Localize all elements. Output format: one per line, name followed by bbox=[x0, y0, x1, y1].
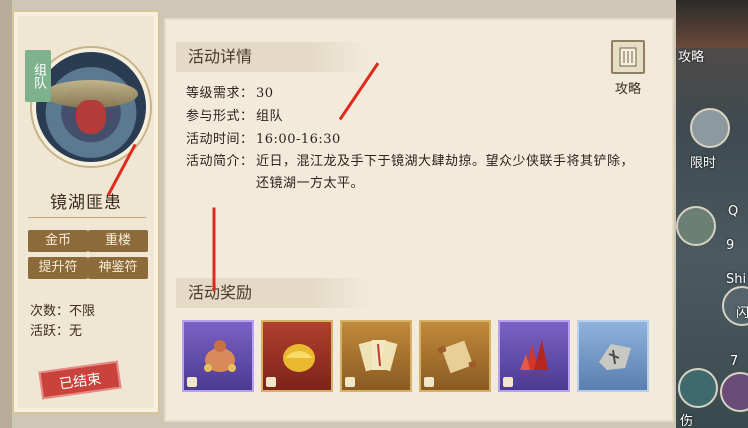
skill-icon-2[interactable] bbox=[678, 368, 718, 408]
talisman-icon bbox=[358, 340, 398, 372]
side-label-wound: 伤 bbox=[680, 414, 694, 428]
count-stat: 次数：不限 bbox=[30, 300, 95, 319]
book-icon bbox=[611, 40, 645, 74]
tag-upgrade-charm: 提升符 bbox=[28, 257, 88, 279]
detail-panel: 活动详情 攻略 等级需求： 30 参与形式： 组队 活动时间： 16:00-16:30… bbox=[164, 18, 674, 422]
level-row: 等级需求： 30 bbox=[186, 82, 274, 101]
skill-icon-1[interactable] bbox=[676, 206, 716, 246]
lock-icon bbox=[503, 377, 513, 387]
side-label-7: 7 bbox=[730, 354, 739, 369]
monkey-icon[interactable] bbox=[690, 108, 730, 148]
mode-value: 组队 bbox=[256, 109, 284, 124]
count-value: 不限 bbox=[69, 304, 96, 319]
lock-icon bbox=[266, 377, 276, 387]
webcam-overlay bbox=[676, 0, 748, 48]
lock-icon bbox=[424, 377, 434, 387]
activity-card: 组队 镜湖匪患 金币 重楼 提升符 神鉴符 次数：不限 活跃：无 已结束 bbox=[12, 10, 160, 414]
background-edge bbox=[0, 0, 12, 428]
reward-money-bag[interactable] bbox=[182, 320, 254, 392]
lock-icon bbox=[345, 377, 355, 387]
team-badge: 组队 bbox=[25, 50, 51, 102]
time-value: 16:00-16:30 bbox=[256, 132, 341, 147]
guide-button[interactable]: 攻略 bbox=[608, 40, 648, 98]
level-label: 等级需求： bbox=[186, 86, 254, 101]
side-label-dodge: 闪 bbox=[736, 306, 748, 321]
reward-stone-fragment[interactable] bbox=[577, 320, 649, 392]
level-value: 30 bbox=[256, 86, 274, 101]
game-side-strip: 攻略 限时 Q 9 Shi 闪 7 伤 bbox=[676, 0, 748, 428]
side-label-9: 9 bbox=[726, 238, 735, 253]
intro-row: 活动简介： 近日，混江龙及手下于镜湖大肆劫掠。望众少侠联手将其铲除，还镜湖一方太平… bbox=[186, 151, 656, 195]
ended-stamp: 已结束 bbox=[38, 360, 122, 400]
side-label-shi: Shi bbox=[726, 272, 747, 287]
mode-row: 参与形式： 组队 bbox=[186, 105, 283, 124]
reward-list bbox=[182, 320, 662, 392]
active-label: 活跃： bbox=[30, 324, 70, 339]
team-badge-label: 组队 bbox=[31, 63, 46, 89]
scroll-icon bbox=[437, 340, 477, 374]
count-label: 次数： bbox=[30, 304, 70, 319]
reward-talisman-scrolls[interactable] bbox=[340, 320, 412, 392]
time-row: 活动时间： 16:00-16:30 bbox=[186, 128, 341, 147]
intro-value: 近日，混江龙及手下于镜湖大肆劫掠。望众少侠联手将其铲除，还镜湖一方太平。 bbox=[256, 154, 635, 191]
tag-gold: 金币 bbox=[28, 230, 88, 252]
avatar-face bbox=[76, 100, 106, 134]
time-label: 活动时间： bbox=[186, 132, 254, 147]
intro-label: 活动简介： bbox=[186, 154, 254, 169]
npc-avatar bbox=[36, 52, 146, 162]
stone-icon bbox=[599, 344, 631, 370]
tag-chonglou: 重楼 bbox=[88, 230, 148, 252]
mode-label: 参与形式： bbox=[186, 109, 254, 124]
active-value: 无 bbox=[69, 324, 83, 339]
guide-label: 攻略 bbox=[614, 82, 641, 97]
rewards-section-title: 活动奖励 bbox=[176, 278, 371, 308]
detail-section-title: 活动详情 bbox=[176, 42, 371, 72]
activity-name: 镜湖匪患 bbox=[50, 193, 122, 213]
side-label-limited: 限时 bbox=[690, 156, 717, 171]
reward-red-crystal[interactable] bbox=[498, 320, 570, 392]
annotation-arrow-reward bbox=[212, 207, 216, 292]
reward-scroll[interactable] bbox=[419, 320, 491, 392]
money-bag-icon bbox=[204, 340, 236, 372]
crystal-icon bbox=[520, 340, 548, 370]
side-label-guide: 攻略 bbox=[678, 50, 705, 65]
tag-appraisal-charm: 神鉴符 bbox=[88, 257, 148, 279]
side-label-q: Q bbox=[728, 204, 739, 219]
lock-icon bbox=[187, 377, 197, 387]
active-stat: 活跃：无 bbox=[30, 320, 82, 339]
skill-icon-3[interactable] bbox=[720, 372, 748, 412]
reward-gold-ingot[interactable] bbox=[261, 320, 333, 392]
divider bbox=[28, 217, 146, 218]
gold-ingot-icon bbox=[283, 344, 315, 372]
